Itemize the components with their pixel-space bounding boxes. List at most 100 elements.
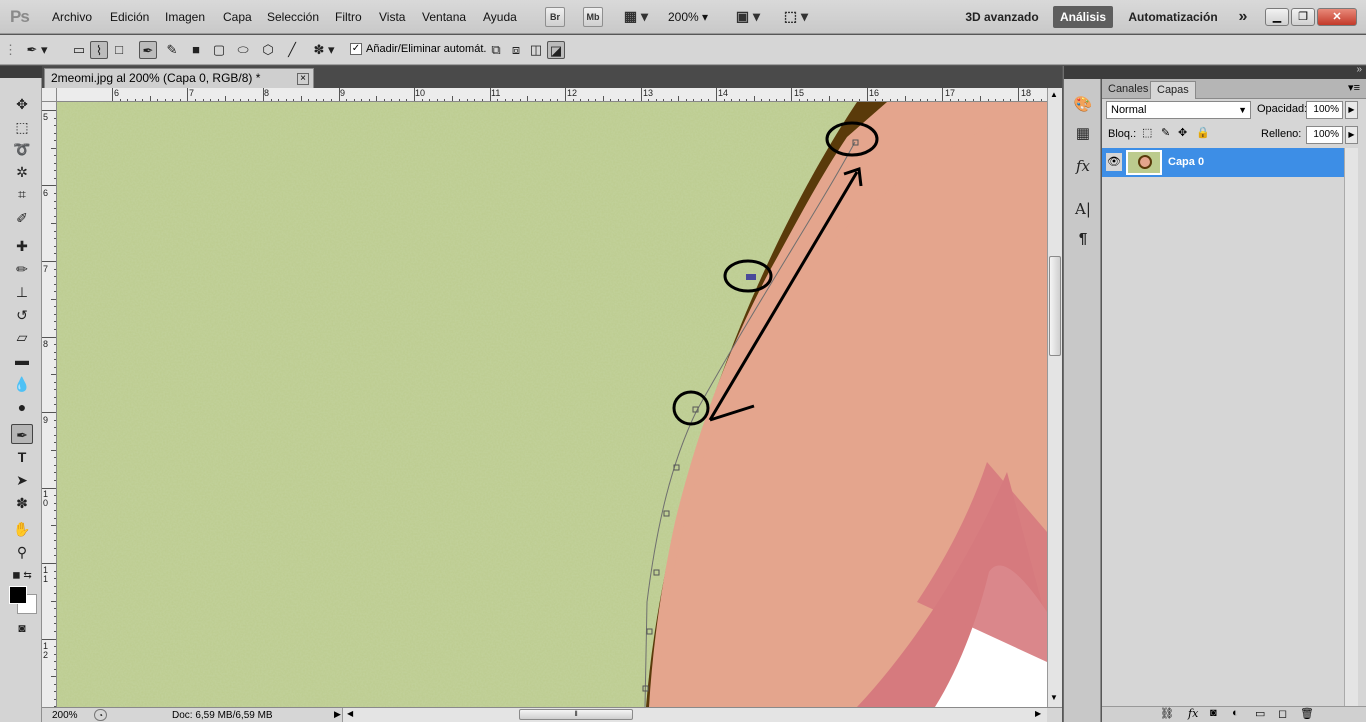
minimize-icon[interactable]: ▁	[1265, 8, 1289, 26]
custom-shape-tool-icon[interactable]: ✽	[11, 493, 33, 513]
lock-pixels-icon[interactable]: ✎	[1161, 126, 1170, 139]
brush-tool-icon[interactable]: ✏	[11, 259, 33, 279]
hand-tool-icon[interactable]: ✋	[11, 519, 33, 539]
menu-edicion[interactable]: Edición	[110, 10, 149, 24]
document-canvas[interactable]	[57, 102, 1047, 707]
bridge-button[interactable]: Br	[545, 7, 565, 27]
document-tab[interactable]: 2meomi.jpg al 200% (Capa 0, RGB/8) * ×	[44, 68, 314, 88]
lock-transparency-icon[interactable]: ⬚	[1142, 126, 1152, 139]
polygon-shape-icon[interactable]: ⬡	[259, 41, 277, 59]
ellipse-shape-icon[interactable]: ⬭	[234, 41, 252, 59]
rounded-rectangle-icon[interactable]: ▢	[210, 41, 228, 59]
shape-layers-icon[interactable]: ▭	[70, 41, 88, 59]
status-menu-icon[interactable]: ◔	[94, 709, 107, 721]
blend-mode-select[interactable]: Normal ▼	[1106, 101, 1251, 119]
menu-archivo[interactable]: Archivo	[52, 10, 92, 24]
menu-vista[interactable]: Vista	[379, 10, 405, 24]
rectangle-shape-icon[interactable]: ■	[187, 41, 205, 59]
more-workspaces-icon[interactable]: »	[1232, 6, 1254, 28]
lock-position-icon[interactable]: ✥	[1178, 126, 1187, 139]
quick-mask-icon[interactable]: ◙	[11, 618, 33, 638]
path-selection-icon[interactable]: ➤	[11, 470, 33, 490]
swatches-panel-icon[interactable]: ▦	[1072, 123, 1094, 145]
lock-all-icon[interactable]: 🔒	[1196, 126, 1210, 139]
custom-shape-icon[interactable]: ✽ ▾	[307, 41, 341, 59]
tab-channels[interactable]: Canales	[1102, 81, 1154, 99]
status-zoom[interactable]: 200%	[52, 710, 78, 721]
fill-slider-icon[interactable]: ▶	[1345, 126, 1358, 144]
collapse-panel-icon[interactable]: »	[1356, 64, 1362, 75]
layer-style-icon[interactable]: fx	[1188, 707, 1198, 720]
blur-tool-icon[interactable]: 💧	[11, 374, 33, 394]
clone-stamp-icon[interactable]: ⊥	[11, 282, 33, 302]
delete-layer-icon[interactable]: 🗑	[1300, 707, 1314, 720]
paragraph-panel-icon[interactable]: ¶	[1072, 228, 1094, 250]
pen-tool-icon[interactable]: ✒	[11, 424, 33, 444]
scroll-up-icon[interactable]: ▲	[1050, 90, 1058, 99]
new-group-icon[interactable]: ▭	[1255, 707, 1265, 720]
eraser-icon[interactable]: ▱	[11, 327, 33, 347]
menu-capa[interactable]: Capa	[223, 10, 252, 24]
status-arrow-icon[interactable]: ▶	[334, 709, 341, 720]
quick-selection-icon[interactable]: ✲	[11, 162, 33, 182]
healing-brush-icon[interactable]: ✚	[11, 236, 33, 256]
ruler-origin[interactable]	[42, 88, 57, 102]
close-window-icon[interactable]: ✕	[1317, 8, 1357, 26]
fill-input[interactable]: 100%	[1306, 126, 1343, 144]
line-shape-icon[interactable]: ╱	[283, 41, 301, 59]
vertical-scrollbar[interactable]: ▲ ▼	[1047, 88, 1062, 707]
marquee-tool-icon[interactable]: ⬚	[11, 117, 33, 137]
menu-imagen[interactable]: Imagen	[165, 10, 205, 24]
close-document-icon[interactable]: ×	[297, 73, 309, 85]
path-subtract-icon[interactable]: ⧈	[507, 41, 525, 59]
menu-ventana[interactable]: Ventana	[422, 10, 466, 24]
screen-mode-icon[interactable]: ⬚ ▾	[779, 7, 813, 27]
tool-preset-picker-icon[interactable]: ✒ ▾	[22, 41, 52, 59]
panel-menu-icon[interactable]: ▾≡	[1348, 81, 1360, 94]
eyedropper-icon[interactable]: ✐	[11, 208, 33, 228]
add-mask-icon[interactable]: ◙	[1210, 707, 1217, 719]
layer-name[interactable]: Capa 0	[1168, 156, 1204, 168]
scroll-right-icon[interactable]: ▶	[1035, 709, 1041, 718]
horizontal-scrollbar[interactable]: ◀ ⦀ ▶	[342, 708, 1047, 722]
crop-tool-icon[interactable]: ⌗	[11, 184, 33, 204]
character-panel-icon[interactable]: A|	[1072, 198, 1094, 220]
vertical-scroll-thumb[interactable]	[1049, 256, 1061, 356]
gradient-tool-icon[interactable]: ▬	[11, 350, 33, 370]
opacity-input[interactable]: 100%	[1306, 101, 1343, 119]
path-exclude-icon[interactable]: ◪	[547, 41, 565, 59]
layer-visibility-eye-icon[interactable]: 👁	[1106, 153, 1122, 171]
workspace-automation[interactable]: Automatización	[1120, 6, 1226, 28]
history-brush-icon[interactable]: ↺	[11, 305, 33, 325]
workspace-analysis[interactable]: Análisis	[1053, 6, 1113, 28]
link-layers-icon[interactable]: ⛓	[1160, 707, 1174, 720]
opacity-slider-icon[interactable]: ▶	[1345, 101, 1358, 119]
color-panel-icon[interactable]: 🎨	[1072, 94, 1094, 116]
menu-ayuda[interactable]: Ayuda	[483, 10, 517, 24]
freeform-pen-icon[interactable]: ✎	[163, 41, 181, 59]
horizontal-scroll-thumb[interactable]: ⦀	[519, 709, 633, 720]
menu-seleccion[interactable]: Selección	[267, 10, 319, 24]
dodge-tool-icon[interactable]: ●	[11, 397, 33, 417]
type-tool-icon[interactable]: T	[11, 447, 33, 467]
layers-scrollbar[interactable]	[1344, 148, 1358, 708]
foreground-color-swatch[interactable]	[9, 586, 27, 604]
zoom-tool-icon[interactable]: ⚲	[11, 542, 33, 562]
arrange-documents-icon[interactable]: ▣ ▾	[731, 7, 765, 27]
scroll-down-icon[interactable]: ▼	[1050, 693, 1058, 702]
layer-row[interactable]: 👁 Capa 0	[1102, 148, 1344, 177]
direction-handle-point[interactable]	[746, 274, 756, 280]
menu-filtro[interactable]: Filtro	[335, 10, 362, 24]
restore-icon[interactable]: ❐	[1291, 8, 1315, 26]
adjustment-layer-icon[interactable]: ◐	[1232, 707, 1239, 719]
auto-add-delete-checkbox[interactable]: ✓	[350, 43, 362, 55]
styles-panel-icon[interactable]: fx	[1072, 155, 1094, 177]
scroll-left-icon[interactable]: ◀	[347, 709, 353, 718]
paths-mode-icon[interactable]: ⌇	[90, 41, 108, 59]
path-combine-icon[interactable]: ⧉	[487, 41, 505, 59]
fill-pixels-icon[interactable]: □	[110, 41, 128, 59]
default-colors-icon[interactable]: ◼ ⇆	[11, 566, 33, 586]
mini-bridge-button[interactable]: Mb	[583, 7, 603, 27]
path-intersect-icon[interactable]: ◫	[527, 41, 545, 59]
tab-layers[interactable]: Capas	[1150, 81, 1196, 99]
